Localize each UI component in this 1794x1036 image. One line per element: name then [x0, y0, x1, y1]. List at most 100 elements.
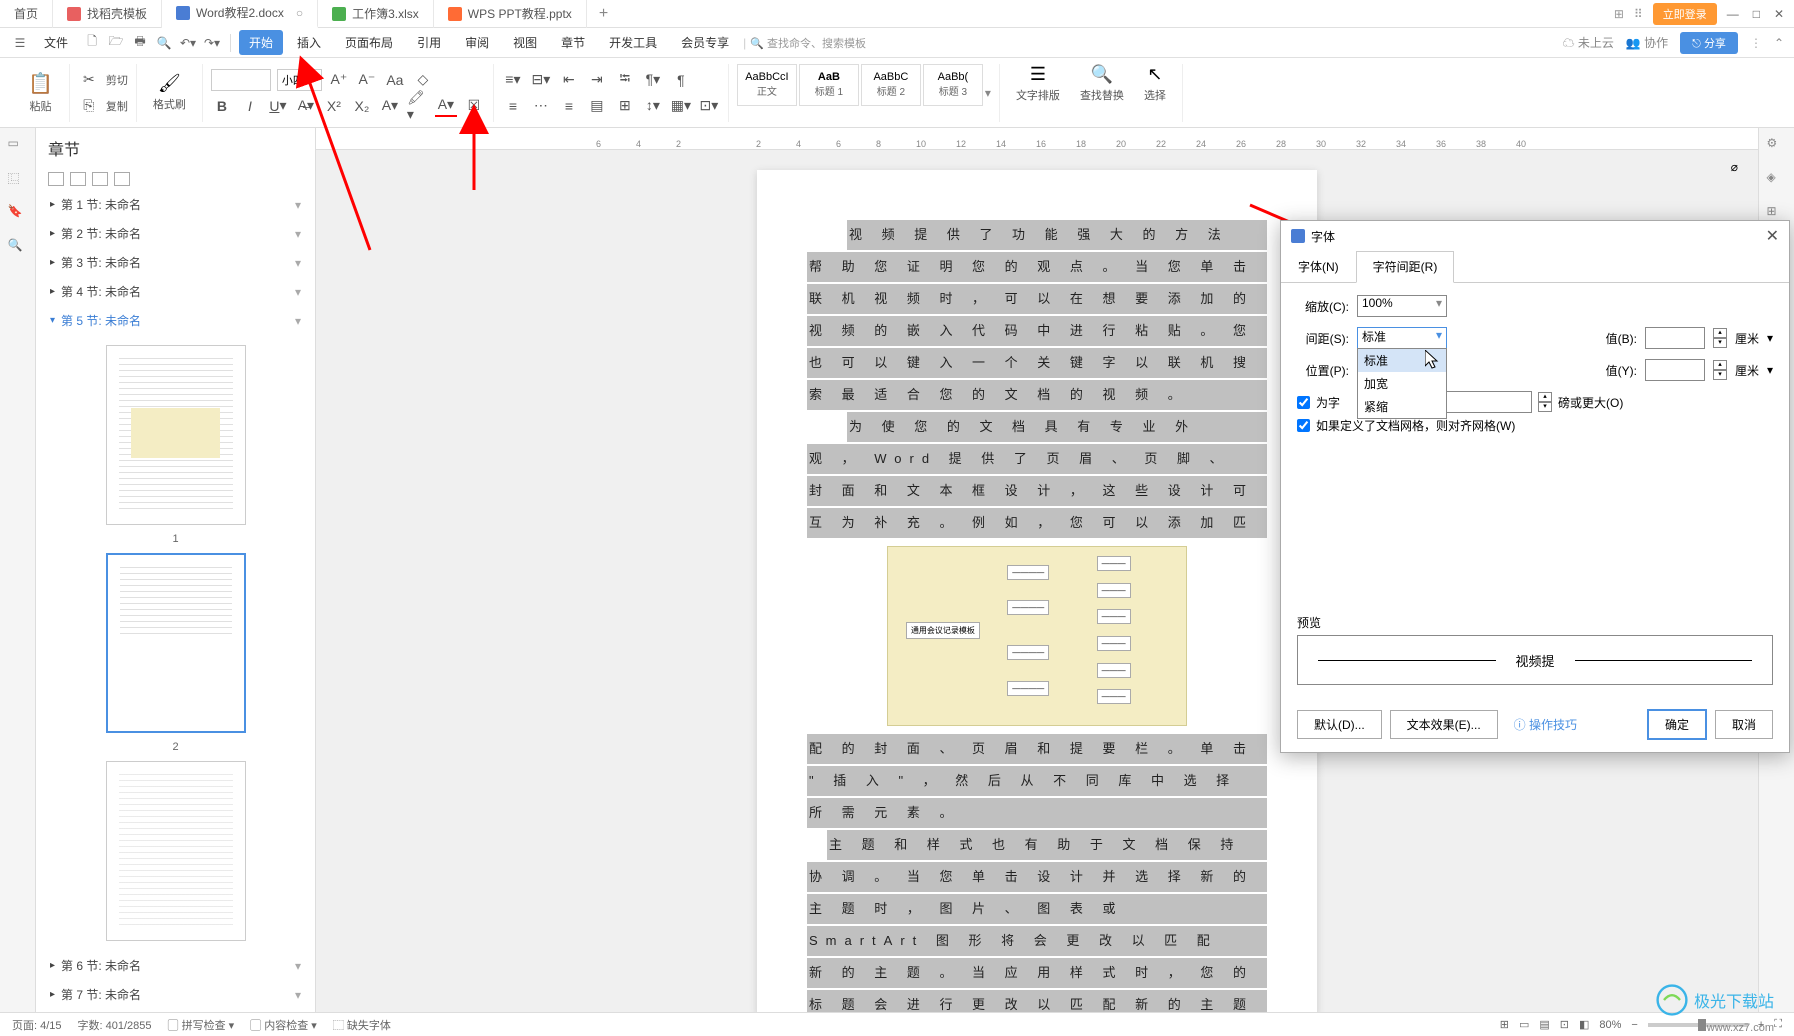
bookmark-icon[interactable]: 🔖	[8, 204, 28, 224]
value-b-input[interactable]	[1645, 327, 1705, 349]
page-thumb-2[interactable]	[106, 553, 246, 733]
numbering-icon[interactable]: ⊟▾	[530, 69, 552, 91]
document-page[interactable]: 视 频 提 供 了 功 能 强 大 的 方 法 帮 助 您 证 明 您 的 观 …	[757, 170, 1317, 1016]
shading-icon[interactable]: ▦▾	[670, 95, 692, 117]
cancel-button[interactable]: 取消	[1715, 710, 1773, 739]
kern-checkbox[interactable]	[1297, 396, 1310, 409]
text-effect-icon[interactable]: A▾	[379, 95, 401, 117]
spell-check[interactable]: ▢ 拼写检查 ▾	[168, 1017, 235, 1033]
coop-button[interactable]: 👥 协作	[1626, 34, 1668, 51]
share-button[interactable]: ⎋ 分享	[1680, 32, 1738, 54]
preview-icon[interactable]: 🔍	[154, 33, 174, 53]
sort-icon[interactable]: ¶▾	[642, 69, 664, 91]
view-mode-3-icon[interactable]: ▤	[1539, 1018, 1549, 1031]
align-right-icon[interactable]: ≡	[558, 95, 580, 117]
opt-condensed[interactable]: 紧缩	[1358, 395, 1446, 418]
page-thumb-3[interactable]	[106, 761, 246, 941]
bold-icon[interactable]: B	[211, 95, 233, 117]
word-count[interactable]: 字数: 401/2855	[78, 1017, 152, 1033]
nav-up-icon[interactable]: ⌀	[1731, 160, 1738, 174]
char-shading-icon[interactable]: ☒	[463, 95, 485, 117]
menu-view[interactable]: 视图	[503, 30, 547, 55]
hamburger-icon[interactable]: ☰	[10, 33, 30, 53]
menu-layout[interactable]: 页面布局	[335, 30, 403, 55]
nav-tool-2[interactable]	[70, 172, 86, 186]
style-h3[interactable]: AaBb(标题 3	[923, 64, 983, 106]
ok-button[interactable]: 确定	[1647, 709, 1707, 740]
text-layout-button[interactable]: ☰文字排版	[1008, 64, 1068, 122]
border-icon[interactable]: ⊡▾	[698, 95, 720, 117]
grid-checkbox[interactable]	[1297, 419, 1310, 432]
cloud-status[interactable]: ☁ 未上云	[1563, 34, 1614, 51]
tab-spacing[interactable]: 字符间距(R)	[1356, 251, 1455, 283]
redo-icon[interactable]: ↷▾	[202, 33, 222, 53]
menu-review[interactable]: 审阅	[455, 30, 499, 55]
underline-icon[interactable]: U▾	[267, 95, 289, 117]
spin-up[interactable]: ▴	[1713, 328, 1727, 338]
nav-tool-4[interactable]	[114, 172, 130, 186]
apps-icon[interactable]: ⠿	[1634, 7, 1643, 21]
italic-icon[interactable]: I	[239, 95, 261, 117]
tool-1-icon[interactable]: ⚙	[1767, 136, 1787, 156]
style-h2[interactable]: AaBbC标题 2	[861, 64, 921, 106]
indent-inc-icon[interactable]: ⇥	[586, 69, 608, 91]
spin-down[interactable]: ▾	[1713, 338, 1727, 348]
tips-link[interactable]: ⓘ 操作技巧	[1514, 716, 1577, 733]
paste-button[interactable]: 📋 粘贴	[20, 71, 61, 114]
bullets-icon[interactable]: ≡▾	[502, 69, 524, 91]
window-close-icon[interactable]: ✕	[1774, 7, 1784, 21]
highlight-icon[interactable]: 🖍▾	[407, 95, 429, 117]
view-mode-4-icon[interactable]: ⊡	[1560, 1018, 1569, 1031]
missing-font[interactable]: ⬚ 缺失字体	[333, 1017, 391, 1033]
tab-excel[interactable]: 工作簿3.xlsx	[318, 0, 434, 28]
show-marks-icon[interactable]: ¶	[670, 69, 692, 91]
zoom-out-icon[interactable]: −	[1631, 1019, 1637, 1031]
spacing-select[interactable]: 标准▾ 标准 加宽 紧缩	[1357, 327, 1447, 349]
style-normal[interactable]: AaBbCcI正文	[737, 64, 797, 106]
select-button[interactable]: ↖选择	[1136, 64, 1174, 122]
outline-icon[interactable]: ▭	[8, 136, 28, 156]
fullscreen-icon[interactable]: ⛶	[1774, 1018, 1782, 1031]
opt-expanded[interactable]: 加宽	[1358, 372, 1446, 395]
value-y-input[interactable]	[1645, 359, 1705, 381]
undo-icon[interactable]: ↶▾	[178, 33, 198, 53]
nav-tool-3[interactable]	[92, 172, 108, 186]
tab-ppt[interactable]: WPS PPT教程.pptx	[434, 0, 587, 28]
clear-format-icon[interactable]: ◇	[412, 69, 434, 91]
nav-section-2[interactable]: ▸第 2 节: 未命名▾	[36, 219, 315, 248]
print-icon[interactable]: 🖶	[130, 33, 150, 53]
indent-dec-icon[interactable]: ⇤	[558, 69, 580, 91]
menu-member[interactable]: 会员专享	[671, 30, 739, 55]
search-icon[interactable]: 🔍	[8, 238, 28, 258]
view-mode-2-icon[interactable]: ▭	[1519, 1018, 1529, 1031]
maximize-icon[interactable]: □	[1753, 7, 1760, 21]
content-check[interactable]: ▢ 内容检查 ▾	[250, 1017, 317, 1033]
cut-button[interactable]: ✂	[78, 69, 100, 91]
effects-button[interactable]: 文本效果(E)...	[1390, 710, 1498, 739]
menu-ref[interactable]: 引用	[407, 30, 451, 55]
view-mode-1-icon[interactable]: ⊞	[1500, 1018, 1509, 1031]
close-icon[interactable]: ○	[296, 6, 303, 20]
sections-icon[interactable]: ⿺	[8, 170, 28, 190]
align-center-icon[interactable]: ⋯	[530, 95, 552, 117]
view-mode-5-icon[interactable]: ◧	[1579, 1018, 1589, 1031]
align-left-icon[interactable]: ≡	[502, 95, 524, 117]
justify-icon[interactable]: ▤	[586, 95, 608, 117]
grid-icon[interactable]: ⊞	[1614, 7, 1624, 21]
menu-insert[interactable]: 插入	[287, 30, 331, 55]
nav-tool-1[interactable]	[48, 172, 64, 186]
font-family-select[interactable]	[211, 69, 271, 91]
copy-button[interactable]: ⎘	[78, 95, 100, 117]
default-button[interactable]: 默认(D)...	[1297, 710, 1382, 739]
new-icon[interactable]: 🗋	[82, 33, 102, 53]
tab-icon[interactable]: ⭾	[614, 69, 636, 91]
menu-dev[interactable]: 开发工具	[599, 30, 667, 55]
nav-section-1[interactable]: ▸第 1 节: 未命名▾	[36, 190, 315, 219]
find-replace-button[interactable]: 🔍查找替换	[1072, 64, 1132, 122]
menu-start[interactable]: 开始	[239, 30, 283, 55]
tab-add[interactable]: +	[587, 5, 620, 23]
tab-template[interactable]: 找稻壳模板	[53, 0, 162, 28]
collapse-ribbon-icon[interactable]: ⌃	[1774, 36, 1784, 50]
tab-word[interactable]: Word教程2.docx○	[162, 0, 318, 28]
nav-section-6[interactable]: ▸第 6 节: 未命名▾	[36, 951, 315, 980]
